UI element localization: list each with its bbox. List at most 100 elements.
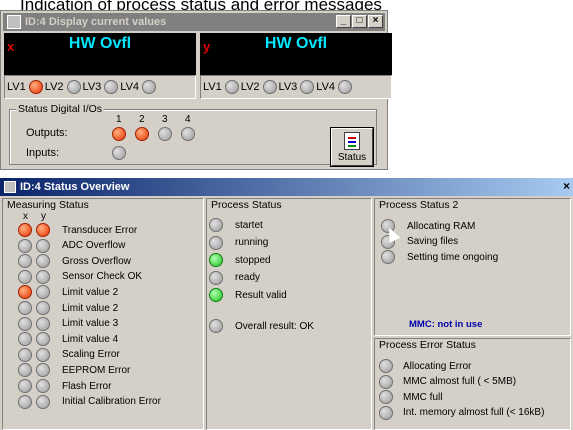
limit-value-label: LV2 xyxy=(44,81,64,93)
app-icon xyxy=(4,181,16,193)
x-status-led xyxy=(18,394,32,409)
document-icon xyxy=(344,132,360,150)
x-status-led xyxy=(18,238,32,253)
process-status-row: startet xyxy=(209,218,263,232)
window-titlebar[interactable]: ID:4 Status Overview × xyxy=(0,178,573,196)
status-label: Result valid xyxy=(235,289,287,301)
status-button[interactable]: Status xyxy=(331,128,373,166)
display-current-values-window: ID:4 Display current values _ □ × x HW O… xyxy=(0,10,392,170)
status-label: Transducer Error xyxy=(62,224,138,236)
x-status-led xyxy=(18,316,32,331)
x-status-led xyxy=(18,254,32,269)
limit-value-led xyxy=(300,80,315,94)
limit-value-led xyxy=(104,80,119,94)
y-status-led xyxy=(36,269,50,284)
measuring-status-row: Limit value 2 xyxy=(18,285,118,300)
limit-value-led xyxy=(142,80,157,94)
process-error-status-panel: Process Error Status Allocating Error MMC… xyxy=(374,338,571,430)
process-error-row: MMC almost full ( < 5MB) xyxy=(379,374,517,389)
y-status-led xyxy=(36,394,50,409)
column-y-label: y xyxy=(41,211,46,222)
status-label: Gross Overflow xyxy=(62,255,131,267)
status-label: Limit value 4 xyxy=(62,333,119,345)
y-status-led xyxy=(36,238,50,253)
output-led xyxy=(112,127,126,141)
output-led xyxy=(181,127,195,141)
close-button[interactable]: × xyxy=(368,15,383,28)
window-title: ID:4 Display current values xyxy=(25,16,167,28)
group-title: Status Digital I/Os xyxy=(16,103,105,115)
limit-value-led xyxy=(224,80,239,94)
process-error-row: Int. memory almost full (< 16kB) xyxy=(379,405,544,420)
maximize-button[interactable]: □ xyxy=(352,15,367,28)
x-limit-value-row: LV1 LV2 LV3 LV4 xyxy=(4,75,196,99)
status-label: Allocating Error xyxy=(403,360,472,372)
status-label: Allocating RAM xyxy=(407,220,476,232)
y-status-led xyxy=(36,332,50,347)
process-error-led xyxy=(379,359,393,373)
status-label: EEPROM Error xyxy=(62,364,131,376)
x-status-led xyxy=(18,301,32,315)
input-led xyxy=(112,146,126,160)
close-button[interactable]: × xyxy=(563,179,570,193)
output-number: 4 xyxy=(185,114,191,125)
measuring-status-row: Initial Calibration Error xyxy=(18,394,161,409)
status-button-label: Status xyxy=(337,152,367,163)
limit-value-led xyxy=(66,80,81,94)
measuring-status-row: ADC Overflow xyxy=(18,238,126,253)
limit-value-led xyxy=(28,80,43,94)
status-label: Scaling Error xyxy=(62,349,120,361)
status-label: ADC Overflow xyxy=(62,240,126,252)
y-status-led xyxy=(36,316,50,331)
y-limit-value-row: LV1 LV2 LV3 LV4 xyxy=(200,75,392,99)
x-value-display: x HW Ovfl xyxy=(4,33,196,75)
x-status-led xyxy=(18,285,32,300)
process-error-row: Allocating Error xyxy=(379,359,471,373)
process-status-row: Result valid xyxy=(209,288,287,302)
measuring-status-row: Limit value 3 xyxy=(18,316,119,331)
process-error-led xyxy=(379,390,393,404)
current-value: HW Ovfl xyxy=(68,35,132,52)
window-titlebar[interactable]: ID:4 Display current values _ □ × xyxy=(3,13,385,31)
process-status-led xyxy=(209,235,223,250)
output-led xyxy=(158,127,172,141)
output-number: 1 xyxy=(116,114,122,125)
y-status-led xyxy=(36,301,50,315)
minimize-button[interactable]: _ xyxy=(336,15,351,28)
output-led xyxy=(135,127,149,141)
outputs-label: Outputs: xyxy=(26,127,68,139)
measuring-status-row: Gross Overflow xyxy=(18,254,131,269)
measuring-status-row: Transducer Error xyxy=(18,223,137,237)
panel-title: Process Error Status xyxy=(379,339,476,351)
process-status-led xyxy=(209,288,223,302)
limit-value-led xyxy=(338,80,353,94)
measuring-status-row: EEPROM Error xyxy=(18,363,131,378)
status-label: Setting time ongoing xyxy=(407,251,499,263)
status-label: MMC almost full ( < 5MB) xyxy=(403,376,517,387)
process-status-led xyxy=(209,270,223,285)
status-label: running xyxy=(235,237,269,248)
y-status-led xyxy=(36,363,50,378)
status-label: Saving files xyxy=(407,236,459,247)
measuring-status-row: Scaling Error xyxy=(18,347,120,362)
limit-value-led xyxy=(262,80,277,94)
status-label: Limit value 3 xyxy=(62,318,119,330)
column-x-label: x xyxy=(23,211,28,222)
x-status-led xyxy=(18,347,32,362)
overall-result-row: Overall result: OK xyxy=(209,319,314,333)
process-status-2-panel: Process Status 2 Allocating RAM Saving fi… xyxy=(374,198,571,336)
panel-title: Process Status xyxy=(211,199,282,211)
status-label: startet xyxy=(235,219,263,231)
status-overview-window: ID:4 Status Overview × Measuring Status … xyxy=(0,178,573,430)
limit-value-label: LV4 xyxy=(316,81,336,93)
measuring-status-row: Sensor Check OK xyxy=(18,269,142,284)
measuring-status-panel: Measuring Status x y Transducer Error ADC… xyxy=(2,198,204,430)
measuring-status-row: Limit value 4 xyxy=(18,332,119,347)
x-status-led xyxy=(18,379,32,393)
window-title: ID:4 Status Overview xyxy=(20,181,130,193)
process-error-led xyxy=(379,374,393,389)
status-label: Limit value 2 xyxy=(62,302,119,314)
y-status-led xyxy=(36,347,50,362)
overall-result-led xyxy=(209,319,223,333)
x-status-led xyxy=(18,332,32,347)
